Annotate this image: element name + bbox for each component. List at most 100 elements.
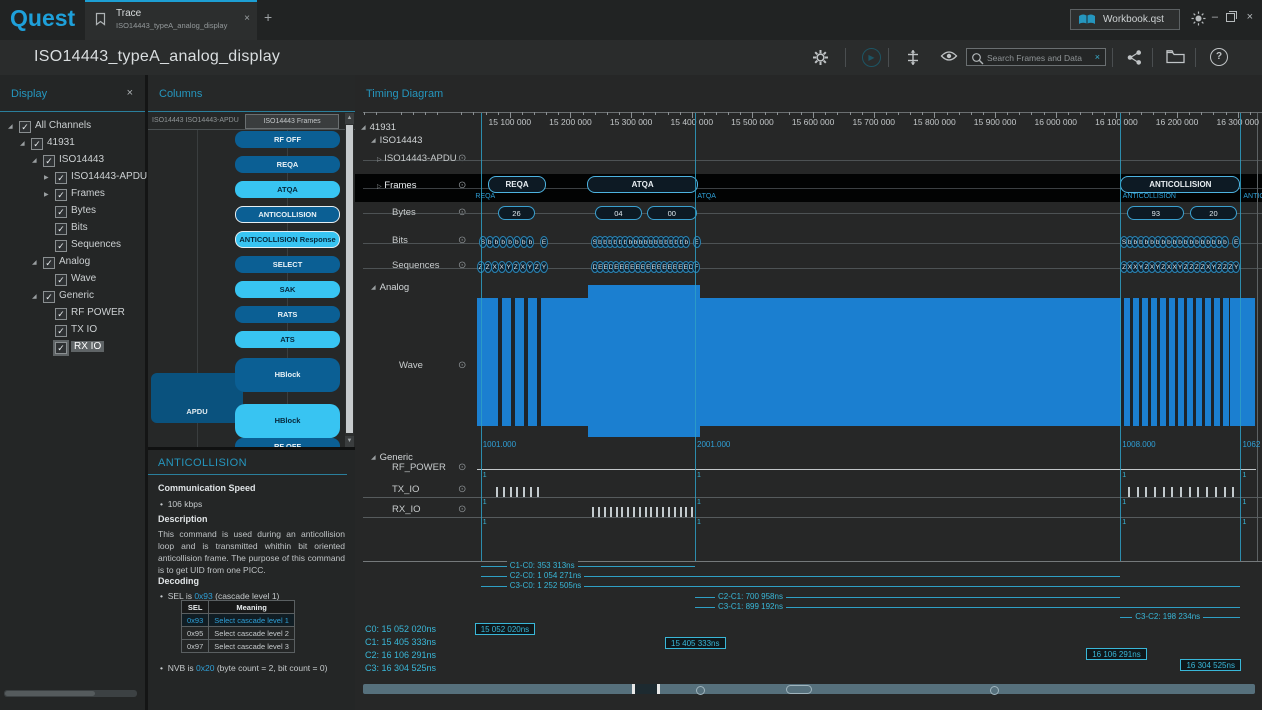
chip-rf-off[interactable]: RF OFF <box>235 131 340 148</box>
theme-icon[interactable] <box>1191 11 1206 26</box>
checkbox[interactable]: ✓ <box>19 121 31 133</box>
close-window-button[interactable]: × <box>1247 11 1253 23</box>
row-label-bytes[interactable]: Bytes <box>392 207 416 218</box>
center-on-cursor-icon[interactable] <box>905 49 921 66</box>
checkbox[interactable]: ✓ <box>31 138 43 150</box>
chip-reqa[interactable]: REQA <box>235 156 340 173</box>
tree-item-analog[interactable]: ◢✓Analog <box>0 255 145 272</box>
row-label-tx-io[interactable]: TX_IO <box>392 484 419 495</box>
search-clear-icon[interactable]: × <box>1095 52 1100 62</box>
workbook-button[interactable]: Workbook.qst <box>1070 9 1180 30</box>
byte-capsule[interactable]: 04 <box>595 206 642 220</box>
row-label-rf-power[interactable]: RF_POWER <box>392 462 446 473</box>
chip-atqa[interactable]: ATQA <box>235 181 340 198</box>
tree-item-41931[interactable]: ◢✓41931 <box>0 136 145 153</box>
navigator-window[interactable] <box>632 684 660 694</box>
byte-capsule[interactable]: 93 <box>1127 206 1184 220</box>
navigator-handle-pill[interactable] <box>786 685 812 694</box>
settings-gear-icon[interactable] <box>812 49 829 66</box>
chip-rf-off[interactable]: RF OFF <box>235 438 340 447</box>
frame-atqa[interactable]: ATQA <box>587 176 697 193</box>
frame-reqa[interactable]: REQA <box>488 176 546 193</box>
tree-item-all-channels[interactable]: ◢✓All Channels <box>0 119 145 136</box>
columns-scrollbar[interactable]: ▲ ▼ <box>345 113 354 447</box>
scrollbar-thumb[interactable] <box>346 125 353 433</box>
tree-item-bytes[interactable]: ✓Bytes <box>0 204 145 221</box>
tree-item-iso14443[interactable]: ◢✓ISO14443 <box>0 153 145 170</box>
row-label-wave[interactable]: Wave <box>399 360 423 371</box>
checkbox[interactable]: ✓ <box>43 291 55 303</box>
checkbox[interactable]: ✓ <box>55 172 67 184</box>
tree-item-sequences[interactable]: ✓Sequences <box>0 238 145 255</box>
tree-item-wave[interactable]: ✓Wave <box>0 272 145 289</box>
timing-canvas[interactable]: 15 100 00015 200 00015 300 00015 400 000… <box>363 110 1262 710</box>
frame-anticollision[interactable]: ANTICOLLISION <box>1120 176 1240 193</box>
checkbox[interactable]: ✓ <box>55 342 67 354</box>
tab-trace[interactable]: Trace ISO14443_typeA_analog_display × <box>85 0 257 40</box>
group-channel[interactable]: ◢41931 <box>361 122 396 133</box>
cursor-line-c3[interactable] <box>1240 113 1241 561</box>
chip-rats[interactable]: RATS <box>235 306 340 323</box>
checkbox[interactable]: ✓ <box>43 155 55 167</box>
display-panel-close-icon[interactable]: × <box>127 87 133 99</box>
group-protocol[interactable]: ◢ISO14443 <box>371 135 422 146</box>
row-label-frames[interactable]: ▷ Frames <box>377 180 416 191</box>
expander-open-icon[interactable]: ◢ <box>32 259 37 266</box>
restore-button[interactable] <box>1226 13 1235 22</box>
expander-open-icon[interactable]: ◢ <box>8 123 13 130</box>
scroll-down-icon[interactable]: ▼ <box>345 436 354 447</box>
navigator-handle-circle[interactable] <box>990 686 999 695</box>
chip-ats[interactable]: ATS <box>235 331 340 348</box>
expander-closed-icon[interactable]: ▶ <box>44 191 49 198</box>
cursor-line-c0[interactable] <box>481 113 482 561</box>
share-fork-icon[interactable] <box>1126 49 1143 66</box>
checkbox[interactable]: ✓ <box>43 257 55 269</box>
search-input[interactable]: Search Frames and Data × <box>966 48 1106 66</box>
minimize-button[interactable]: – <box>1212 11 1218 23</box>
expander-open-icon[interactable]: ◢ <box>20 140 25 147</box>
tree-item-rf-power[interactable]: ✓RF POWER <box>0 306 145 323</box>
visibility-eye-icon[interactable] <box>940 49 958 63</box>
display-horizontal-scrollbar[interactable] <box>4 690 137 697</box>
byte-capsule[interactable]: 00 <box>647 206 697 220</box>
checkbox[interactable]: ✓ <box>55 223 67 235</box>
expander-closed-icon[interactable]: ▶ <box>44 174 49 181</box>
chip-sak[interactable]: SAK <box>235 281 340 298</box>
tree-item-tx-io[interactable]: ✓TX IO <box>0 323 145 340</box>
timeline-navigator[interactable] <box>363 684 1255 694</box>
checkbox[interactable]: ✓ <box>55 274 67 286</box>
scroll-up-icon[interactable]: ▲ <box>345 113 354 124</box>
row-label-sequences[interactable]: Sequences <box>392 260 440 271</box>
expander-open-icon[interactable]: ◢ <box>32 157 37 164</box>
checkbox[interactable]: ✓ <box>55 240 67 252</box>
chip-anticollision[interactable]: ANTICOLLISION <box>235 206 340 223</box>
help-icon[interactable]: ? <box>1210 48 1228 66</box>
column-header-apdu[interactable]: ISO14443 ISO14443-APDU <box>152 117 239 124</box>
open-folder-icon[interactable] <box>1166 49 1185 64</box>
byte-capsule[interactable]: 20 <box>1190 206 1236 220</box>
chip-apdu[interactable]: APDU <box>151 373 243 423</box>
cursor-line-c1[interactable] <box>695 113 696 561</box>
group-analog[interactable]: ◢Analog <box>371 282 409 293</box>
checkbox[interactable]: ✓ <box>55 206 67 218</box>
play-icon[interactable]: ▶ <box>862 48 881 67</box>
new-tab-button[interactable]: + <box>264 9 272 25</box>
checkbox[interactable]: ✓ <box>55 189 67 201</box>
tree-item-frames[interactable]: ▶✓Frames <box>0 187 145 204</box>
tree-item-generic[interactable]: ◢✓Generic <box>0 289 145 306</box>
expander-open-icon[interactable]: ◢ <box>32 293 37 300</box>
checkbox[interactable]: ✓ <box>55 308 67 320</box>
tree-item-bits[interactable]: ✓Bits <box>0 221 145 238</box>
chip-select[interactable]: SELECT <box>235 256 340 273</box>
chip-hblock[interactable]: HBlock <box>235 404 340 438</box>
cursor-line-c2[interactable] <box>1120 113 1121 561</box>
navigator-handle-circle[interactable] <box>696 686 705 695</box>
column-header-frames[interactable]: ISO14443 Frames <box>245 114 339 129</box>
tab-close-icon[interactable]: × <box>244 13 250 24</box>
chip-anticollision-response[interactable]: ANTICOLLISION Response <box>235 231 340 248</box>
tree-item-rx-io[interactable]: ✓RX IO <box>0 340 145 357</box>
checkbox[interactable]: ✓ <box>55 325 67 337</box>
chip-hblock[interactable]: HBlock <box>235 358 340 392</box>
row-label-bits[interactable]: Bits <box>392 235 408 246</box>
byte-capsule[interactable]: 26 <box>498 206 536 220</box>
